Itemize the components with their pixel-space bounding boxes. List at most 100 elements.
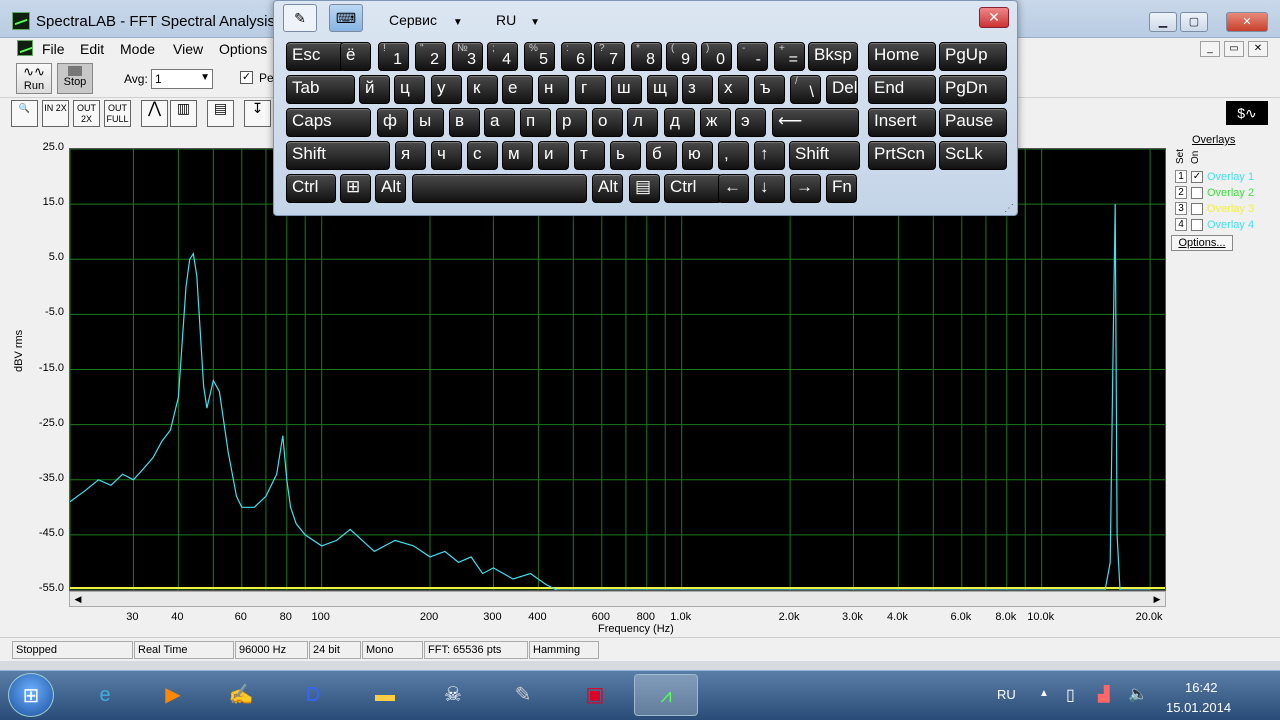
minimize-button[interactable]: ▁ [1149,12,1177,32]
zoom-out-full-icon[interactable]: OUT FULL [104,100,131,127]
osk-key[interactable]: Pause [939,108,1007,137]
osk-key[interactable]: ж [700,108,731,137]
osk-key[interactable]: т [574,141,605,170]
daemon-tools-icon[interactable]: D [290,674,336,716]
osk-key[interactable]: э [735,108,766,137]
clock-time[interactable]: 16:42 [1185,680,1218,695]
overlay-set-button[interactable]: 1 [1175,170,1187,183]
mask-icon[interactable]: ☠ [430,674,476,716]
network-icon[interactable]: ▟ [1098,685,1110,703]
osk-key[interactable]: с [467,141,498,170]
clock-date[interactable]: 15.01.2014 [1166,700,1231,715]
osk-key[interactable]: Shift [286,141,390,170]
osk-key[interactable]: PgUp [939,42,1007,71]
service-menu[interactable]: Сервис ▼ [389,12,463,28]
overlay-on-checkbox[interactable] [1191,203,1203,215]
osk-key[interactable]: № 3 [452,42,483,71]
internet-explorer-icon[interactable]: e [82,674,128,716]
document-icon[interactable] [17,40,33,56]
osk-key[interactable]: ⟵ [772,108,859,137]
tools-icon[interactable]: ✎ [500,674,546,716]
osk-key[interactable]: Tab [286,75,355,104]
osk-key[interactable]: р [556,108,587,137]
menu-options[interactable]: Options [219,41,267,57]
overlay-on-checkbox[interactable]: ✓ [1191,171,1203,183]
osk-key[interactable]: , [718,141,749,170]
show-hidden-icons-icon[interactable]: ▲ [1039,688,1049,699]
osk-key[interactable]: ь [610,141,641,170]
osk-close-button[interactable]: ✕ [979,7,1009,28]
overlay-set-button[interactable]: 4 [1175,218,1187,231]
osk-key[interactable]: у [431,75,462,104]
osk-key[interactable]: Ctrl [286,174,336,203]
osk-key[interactable]: PgDn [939,75,1007,104]
osk-key[interactable]: ш [611,75,642,104]
mdi-close-button[interactable]: ✕ [1248,41,1268,57]
osk-key[interactable]: ! 1 [378,42,409,71]
osk-key[interactable]: ⊞ [340,174,371,203]
start-button[interactable]: ⊞ [8,673,54,717]
signature-icon[interactable]: ✍ [218,674,264,716]
osk-key[interactable]: е [502,75,533,104]
avg-select[interactable]: 1 ▼ [151,69,213,89]
media-player-icon[interactable]: ▶ [150,674,196,716]
osk-key[interactable]: (9 [666,42,697,71]
osk-key[interactable]: End [868,75,936,104]
table-icon[interactable]: ▤ [207,100,234,127]
osk-key[interactable]: ю [682,141,713,170]
menu-view[interactable]: View [173,41,203,57]
osk-key[interactable]: й [359,75,390,104]
osk-key[interactable]: и [538,141,569,170]
osk-key[interactable]: г [575,75,606,104]
osk-key[interactable]: ) 0 [701,42,732,71]
osk-key[interactable]: ; 4 [487,42,518,71]
maximize-button[interactable]: ▢ [1180,12,1208,32]
osk-key[interactable]: ↓ [754,174,785,203]
power-icon[interactable]: ▯ [1066,685,1075,705]
osk-key[interactable]: :6 [561,42,592,71]
menu-mode[interactable]: Mode [120,41,155,57]
run-button[interactable]: ∿∿ Run [16,63,52,94]
osk-key[interactable]: % 5 [524,42,555,71]
osk-key[interactable]: " 2 [415,42,446,71]
osk-key[interactable]: о [592,108,623,137]
osk-key[interactable]: Caps [286,108,371,137]
osk-key[interactable]: Bksp [808,42,858,71]
handwriting-mode-icon[interactable]: ✎ [283,4,317,32]
osk-key[interactable]: ф [377,108,408,137]
zoom-icon[interactable]: 🔍 [11,100,38,127]
osk-key[interactable]: л [627,108,658,137]
osk-key[interactable]: ↑ [754,141,785,170]
overlay-options-button[interactable]: Options... [1171,235,1233,251]
osk-key[interactable]: Insert [868,108,936,137]
osk-key[interactable]: ← [718,174,749,203]
close-button[interactable]: ✕ [1226,12,1268,32]
sine-generator-icon[interactable]: $∿ [1226,101,1268,125]
menu-edit[interactable]: Edit [80,41,104,57]
osk-key[interactable]: Ctrl [664,174,722,203]
stop-button[interactable]: Stop [57,63,93,94]
osk-key[interactable]: ? 7 [594,42,625,71]
language-indicator[interactable]: RU [997,687,1016,702]
osk-key[interactable]: ц [394,75,425,104]
osk-key[interactable]: ё [340,42,371,71]
osk-key[interactable]: Alt [375,174,406,203]
overlay-set-button[interactable]: 2 [1175,186,1187,199]
osk-key[interactable]: ы [413,108,444,137]
osk-key[interactable]: → [790,174,821,203]
osk-key[interactable]: / \ [790,75,821,104]
language-menu[interactable]: RU ▼ [496,12,540,28]
osk-key[interactable]: к [467,75,498,104]
mdi-restore-button[interactable]: ▭ [1224,41,1244,57]
scroll-left-icon[interactable]: ◀ [71,593,85,605]
volume-icon[interactable]: 🔈 [1128,684,1148,704]
bar-plot-icon[interactable]: ▥ [170,100,197,127]
osk-key[interactable]: Esc [286,42,345,71]
menu-file[interactable]: File [42,41,65,57]
osk-key[interactable]: в [449,108,480,137]
osk-key[interactable]: я [395,141,426,170]
osk-key[interactable]: * 8 [631,42,662,71]
horizontal-scrollbar[interactable]: ◀ ▶ [69,591,1166,607]
osk-key[interactable]: н [538,75,569,104]
scroll-right-icon[interactable]: ▶ [1150,593,1164,605]
